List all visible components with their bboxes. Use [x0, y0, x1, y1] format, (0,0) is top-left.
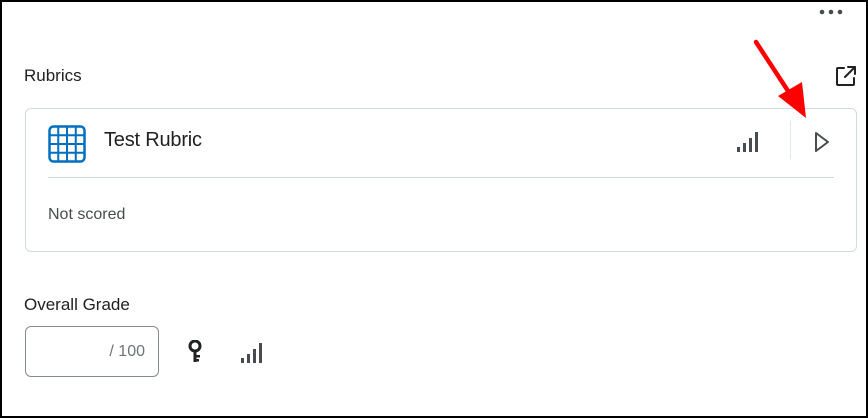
signal-bars-icon [737, 132, 758, 152]
rubric-name[interactable]: Test Rubric [104, 129, 202, 152]
play-triangle-icon [815, 132, 829, 152]
grade-max-label: / 100 [109, 343, 145, 360]
rubric-panel: Rubrics Test Rubric Not scored Overall G… [0, 0, 868, 418]
external-link-icon [836, 66, 856, 86]
rubrics-heading: Rubrics [24, 66, 82, 85]
card-vertical-divider [790, 121, 791, 159]
grid-table-icon [48, 125, 86, 163]
key-icon [188, 339, 202, 362]
open-rubric-button[interactable] [812, 129, 832, 155]
grade-scheme-button[interactable] [186, 339, 204, 364]
overall-grade-input[interactable]: / 100 [25, 326, 159, 377]
rubric-card: Test Rubric Not scored [25, 108, 857, 252]
card-horizontal-divider [48, 177, 834, 178]
overall-grade-heading: Overall Grade [24, 295, 130, 314]
popout-rubrics-button[interactable] [834, 64, 858, 88]
rubric-score-status: Not scored [48, 206, 126, 223]
more-options-button[interactable] [816, 4, 846, 20]
grade-statistics-button[interactable] [240, 342, 264, 364]
signal-bars-icon [241, 343, 262, 363]
more-horizontal-icon [819, 9, 843, 15]
